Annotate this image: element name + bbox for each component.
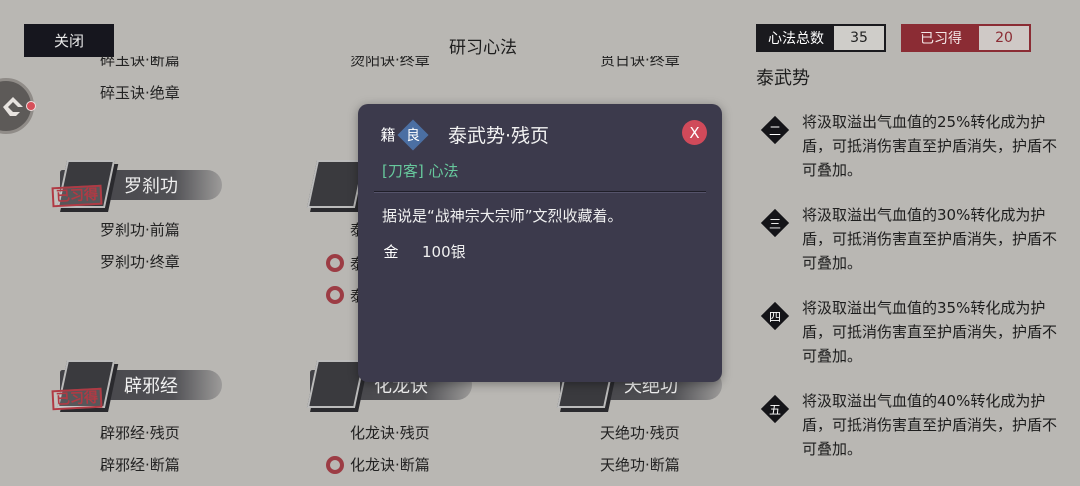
unlearned-ring-icon xyxy=(326,254,344,272)
list-item[interactable]: 化龙诀·断篇 xyxy=(350,454,430,475)
item-detail-modal: 籍 良 泰武势·残页 X [刀客] 心法 据说是“战神宗大宗师”文烈收藏着。 金… xyxy=(358,104,722,382)
divider xyxy=(374,191,706,192)
learned-stamp: 已习得 xyxy=(51,387,103,411)
modal-title: 泰武势·残页 xyxy=(448,125,550,147)
group-name: 辟邪经 xyxy=(124,376,178,397)
tier-number: 四 xyxy=(768,309,781,324)
notification-dot xyxy=(26,101,36,111)
effect-row: 二 将汲取溢出气血值的25%转化成为护盾，可抵消伤害直至护盾消失，护盾不可叠加。 xyxy=(760,110,1062,182)
list-item[interactable]: 辟邪经·残页 xyxy=(100,422,180,443)
item-type-badge: 籍 xyxy=(380,125,396,144)
unlearned-ring-icon xyxy=(326,456,344,474)
item-price: 100银 xyxy=(422,243,466,261)
unlearned-ring-icon xyxy=(326,286,344,304)
tier-number: 五 xyxy=(768,402,781,417)
detail-panel-title: 泰武势 xyxy=(756,68,810,89)
tier-badge: 三 xyxy=(760,208,790,238)
effect-row: 四 将汲取溢出气血值的35%转化成为护盾，可抵消伤害直至护盾消失，护盾不可叠加。 xyxy=(760,296,1062,368)
tier-number: 三 xyxy=(768,216,781,231)
total-count-label: 心法总数 xyxy=(758,26,834,50)
item-category: [刀客] 心法 xyxy=(382,162,459,180)
total-count-value: 35 xyxy=(834,26,884,50)
learned-count-box: 已习得 20 xyxy=(901,24,1031,52)
total-count-box: 心法总数 35 xyxy=(756,24,886,52)
list-item[interactable]: 化龙诀·残页 xyxy=(350,422,430,443)
book-icon xyxy=(306,160,366,208)
character-head-icon xyxy=(3,97,23,116)
effect-text: 将汲取溢出气血值的25%转化成为护盾，可抵消伤害直至护盾消失，护盾不可叠加。 xyxy=(802,113,1058,179)
list-item[interactable]: 罗刹功·前篇 xyxy=(100,219,180,240)
tier-badge: 二 xyxy=(760,115,790,145)
list-item[interactable]: 罗刹功·终章 xyxy=(100,251,180,272)
learned-count-value: 20 xyxy=(979,26,1029,50)
coin-icon: 金 xyxy=(383,242,399,261)
tier-badge: 五 xyxy=(760,394,790,424)
effect-row: 三 将汲取溢出气血值的30%转化成为护盾，可抵消伤害直至护盾消失，护盾不可叠加。 xyxy=(760,203,1062,275)
effect-text: 将汲取溢出气血值的35%转化成为护盾，可抵消伤害直至护盾消失，护盾不可叠加。 xyxy=(802,299,1058,365)
group-name: 罗刹功 xyxy=(124,176,178,197)
learned-count-label: 已习得 xyxy=(903,26,979,50)
learned-stamp: 已习得 xyxy=(51,184,103,208)
effect-row: 五 将汲取溢出气血值的40%转化成为护盾，可抵消伤害直至护盾消失，护盾不可叠加。 xyxy=(760,389,1062,461)
item-description: 据说是“战神宗大宗师”文烈收藏着。 xyxy=(382,207,623,225)
book-icon xyxy=(306,360,366,408)
item-grade-badge: 良 xyxy=(406,128,420,144)
modal-close-button[interactable]: X xyxy=(682,120,707,145)
list-item[interactable]: 天绝功·残页 xyxy=(600,422,680,443)
list-item[interactable]: 碎玉诀·绝章 xyxy=(100,82,180,103)
effect-text: 将汲取溢出气血值的30%转化成为护盾，可抵消伤害直至护盾消失，护盾不可叠加。 xyxy=(802,206,1058,272)
list-item[interactable]: 辟邪经·断篇 xyxy=(100,454,180,475)
effect-text: 将汲取溢出气血值的40%转化成为护盾，可抵消伤害直至护盾消失，护盾不可叠加。 xyxy=(802,392,1058,458)
tier-badge: 四 xyxy=(760,301,790,331)
tier-number: 二 xyxy=(768,123,781,138)
list-item[interactable]: 天绝功·断篇 xyxy=(600,454,680,475)
